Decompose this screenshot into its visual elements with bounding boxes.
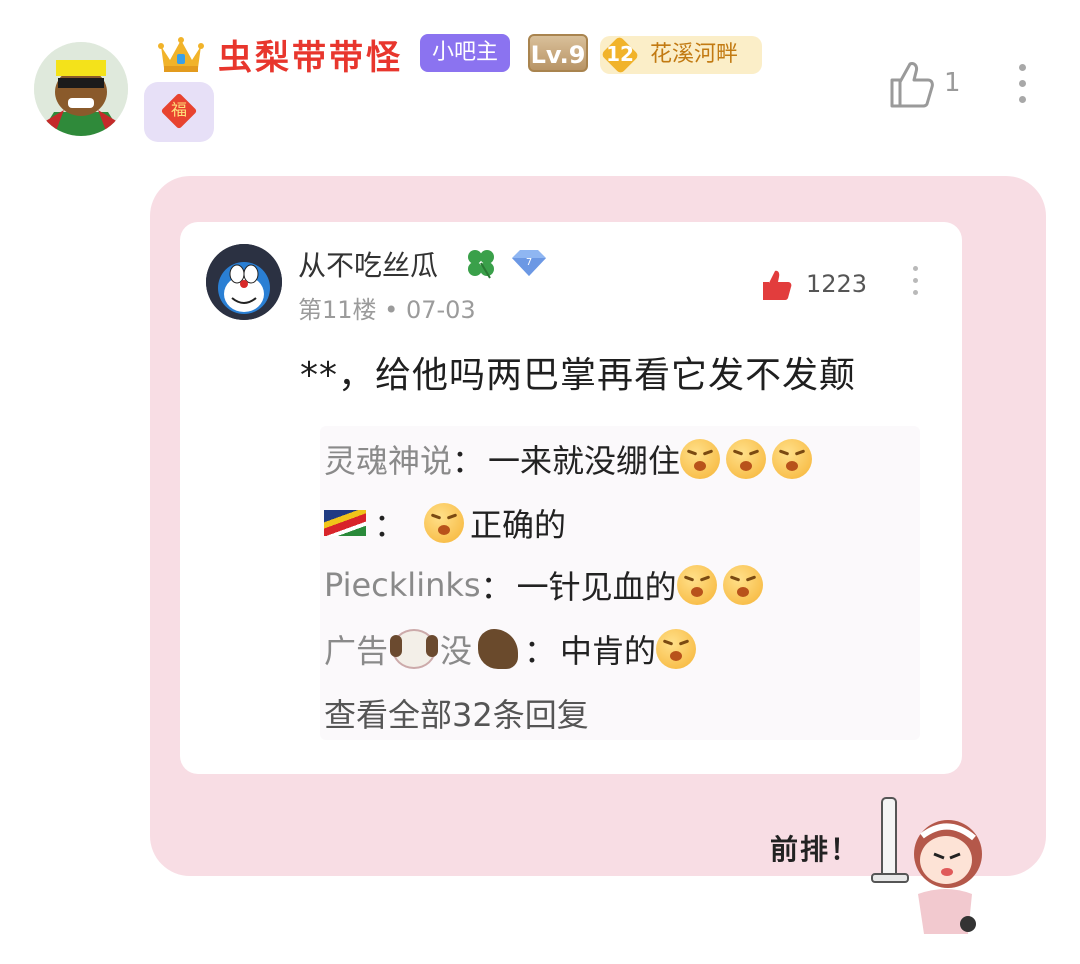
clover-icon — [468, 250, 494, 279]
reply-item: ： 正确的 — [324, 500, 566, 546]
commenter-username[interactable]: 虫梨带带怪 — [218, 30, 403, 79]
fu-char: 福 — [170, 100, 187, 119]
horse-emoji-icon — [478, 629, 519, 669]
quoted-like-count: 1223 — [806, 270, 868, 298]
sticker-caption: 前排！ — [770, 833, 861, 866]
reply-author-part: 没 — [440, 632, 473, 670]
reply-author-part: 广告 — [324, 632, 389, 670]
more-options-icon[interactable] — [1010, 64, 1034, 110]
commenter-avatar[interactable] — [34, 42, 128, 136]
reply-item: 广告 没 ： 中肯的 — [324, 626, 702, 672]
flag-icon — [324, 510, 366, 536]
reply-text: 正确的 — [470, 506, 567, 544]
reply-item: 灵魂神说 ： 一来就没绷住 — [324, 436, 818, 482]
laughing-emoji-icon — [726, 439, 767, 479]
reply-author: Piecklinks — [324, 566, 481, 604]
dog-emoji-icon — [390, 629, 439, 669]
quoted-user-avatar — [206, 244, 282, 320]
thumbs-up-filled-icon — [763, 270, 792, 300]
like-count: 1 — [944, 68, 961, 98]
honor-name: 花溪河畔 — [650, 42, 739, 67]
reply-item: Piecklinks ： 一针见血的 — [324, 562, 769, 608]
reply-text: 一来就没绷住 — [488, 442, 681, 480]
reply-author: 灵魂神说 — [324, 442, 453, 480]
laughing-emoji-icon — [722, 565, 763, 605]
honor-level: 12 — [606, 42, 634, 66]
thumbs-up-icon[interactable] — [888, 58, 934, 110]
view-all-replies-link[interactable]: 查看全部32条回复 — [324, 690, 589, 736]
quoted-post-text: **，给他吗两巴掌再看它发不发颠 — [300, 355, 857, 396]
level-badge: Lv.9 — [528, 34, 588, 72]
laughing-emoji-icon — [676, 565, 717, 605]
laughing-emoji-icon — [772, 439, 813, 479]
crown-icon — [158, 37, 204, 72]
bar-owner-badge: 小吧主 — [420, 34, 511, 72]
laughing-emoji-icon — [656, 629, 697, 669]
quoted-username: 从不吃丝瓜 — [298, 249, 439, 282]
quoted-more-icon — [906, 266, 924, 302]
honor-badge: 12 花溪河畔 — [600, 35, 762, 75]
svg-text:7: 7 — [526, 257, 532, 268]
reply-text: 中肯的 — [560, 632, 657, 670]
laughing-emoji-icon — [680, 439, 721, 479]
quoted-post-meta: 第11楼 • 07-03 — [298, 296, 476, 324]
reply-text: 一针见血的 — [516, 568, 677, 606]
laughing-emoji-icon — [424, 503, 465, 543]
girl-with-sword-sticker — [871, 797, 982, 934]
diamond-gem-icon: 7 — [512, 250, 546, 276]
fu-decoration-badge: 福 — [144, 82, 214, 142]
